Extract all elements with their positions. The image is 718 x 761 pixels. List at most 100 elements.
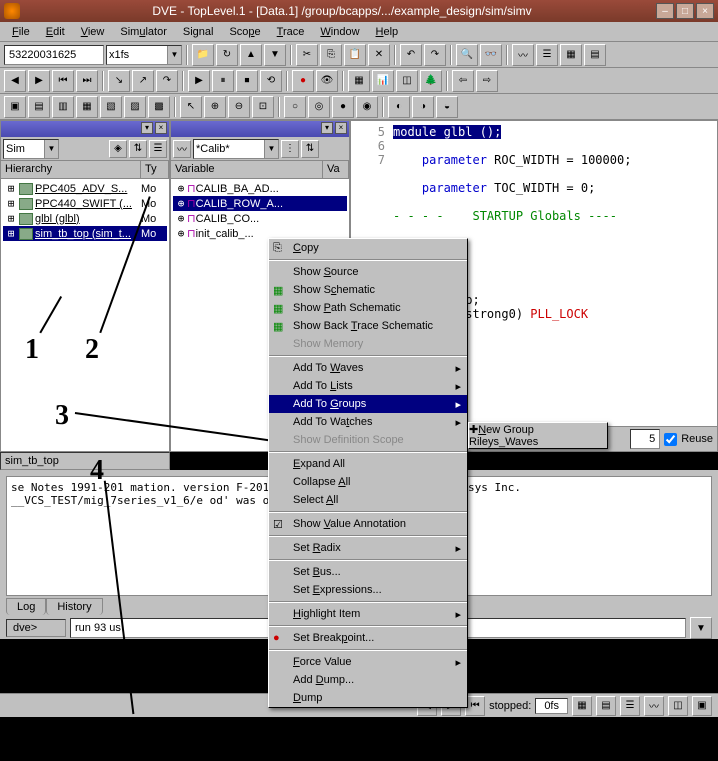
undo-icon[interactable]: ↶	[400, 44, 422, 66]
layout3-icon[interactable]: ▥	[52, 96, 74, 118]
fwd-icon[interactable]: ⇨	[476, 70, 498, 92]
close-button[interactable]: ×	[696, 3, 714, 19]
line-number-field[interactable]	[630, 429, 660, 449]
breakpoint-icon[interactable]: ●	[292, 70, 314, 92]
paste-icon[interactable]: 📋	[344, 44, 366, 66]
filter-icon[interactable]: ◈	[109, 140, 127, 158]
menu-item[interactable]: Add To Waves▸	[269, 359, 467, 377]
col-variable[interactable]: Variable	[171, 161, 323, 178]
zoom-out-icon[interactable]: ⊖	[228, 96, 250, 118]
step-in-icon[interactable]: ↘	[108, 70, 130, 92]
menu-item[interactable]: Dump	[269, 689, 467, 707]
menu-item[interactable]: Expand All	[269, 455, 467, 473]
prev-icon[interactable]: ◀	[4, 70, 26, 92]
menu-item[interactable]: ▦Show Path Schematic	[269, 299, 467, 317]
back-icon[interactable]: ⇦	[452, 70, 474, 92]
opts-icon[interactable]: ⋮	[281, 140, 299, 158]
zoom-fit-icon[interactable]: ⊡	[252, 96, 274, 118]
close-icon[interactable]: ×	[155, 122, 167, 134]
zoom-in-icon[interactable]: ⊕	[204, 96, 226, 118]
layout5-icon[interactable]: ▧	[100, 96, 122, 118]
hierarchy-item[interactable]: ⊞sim_tb_top (sim_t...Mo	[3, 226, 167, 241]
menu-item[interactable]: Select All	[269, 491, 467, 509]
reuse-checkbox[interactable]	[664, 433, 677, 446]
command-dropdown-icon[interactable]: ▼	[690, 617, 712, 639]
menu-item[interactable]: Add To Lists▸	[269, 377, 467, 395]
menu-view[interactable]: View	[73, 24, 113, 40]
circle3-icon[interactable]: ●	[332, 96, 354, 118]
time-unit-input[interactable]	[107, 49, 167, 61]
layout6-icon[interactable]: ▨	[124, 96, 146, 118]
up-icon[interactable]: ▲	[240, 44, 262, 66]
menu-item[interactable]: Force Value▸	[269, 653, 467, 671]
next-icon[interactable]: ▶	[28, 70, 50, 92]
circle1-icon[interactable]: ○	[284, 96, 306, 118]
submenu-item[interactable]: Rileys_Waves	[469, 436, 607, 448]
target-icon[interactable]: ◉	[356, 96, 378, 118]
menu-item[interactable]: Add Dump...	[269, 671, 467, 689]
status-icon6[interactable]: ▣	[692, 696, 712, 716]
refresh-icon[interactable]: ↻	[216, 44, 238, 66]
close-icon[interactable]: ×	[335, 122, 347, 134]
time-unit-combo[interactable]: ▼	[106, 45, 182, 65]
variable-item[interactable]: ⊕⊓ CALIB_BA_AD...	[173, 181, 347, 196]
menu-window[interactable]: Window	[312, 24, 367, 40]
memory-icon[interactable]: ▤	[584, 44, 606, 66]
hierarchy-item[interactable]: ⊞PPC405_ADV_S...Mo	[3, 181, 167, 196]
menu-signal[interactable]: Signal	[175, 24, 222, 40]
last-icon[interactable]: ⏭	[76, 70, 98, 92]
restart-icon[interactable]: ⟲	[260, 70, 282, 92]
context-menu[interactable]: ⎘CopyShow Source▦Show Schematic▦Show Pat…	[268, 238, 468, 708]
menu-item[interactable]: Set Bus...	[269, 563, 467, 581]
open-icon[interactable]: 📁	[192, 44, 214, 66]
run-icon[interactable]: ▶	[188, 70, 210, 92]
status-icon4[interactable]: 〰	[644, 696, 664, 716]
misc3-icon[interactable]: ◒	[436, 96, 458, 118]
watch-icon[interactable]: 👁	[316, 70, 338, 92]
tab-log[interactable]: Log	[6, 598, 46, 615]
menu-item[interactable]: Set Radix▸	[269, 539, 467, 557]
chevron-down-icon[interactable]: ▼	[167, 46, 181, 64]
grid-icon[interactable]: ▦	[348, 70, 370, 92]
circle2-icon[interactable]: ◎	[308, 96, 330, 118]
copy-icon[interactable]: ⎘	[320, 44, 342, 66]
sim-combo[interactable]: ▼	[3, 139, 59, 159]
menu-simulator[interactable]: Simulator	[112, 24, 174, 40]
menu-item[interactable]: Add To Watches▸	[269, 413, 467, 431]
status-icon5[interactable]: ◫	[668, 696, 688, 716]
layout4-icon[interactable]: ▦	[76, 96, 98, 118]
status-icon3[interactable]: ☰	[620, 696, 640, 716]
tab-history[interactable]: History	[46, 598, 102, 615]
menu-edit[interactable]: Edit	[38, 24, 73, 40]
stop-icon[interactable]: ⏹	[236, 70, 258, 92]
misc1-icon[interactable]: ◐	[388, 96, 410, 118]
find-icon[interactable]: 🔍	[456, 44, 478, 66]
variable-item[interactable]: ⊕⊓ CALIB_CO...	[173, 211, 347, 226]
layout7-icon[interactable]: ▩	[148, 96, 170, 118]
hierarchy-item[interactable]: ⊞PPC440_SWIFT (...Mo	[3, 196, 167, 211]
menu-scope[interactable]: Scope	[221, 24, 268, 40]
status-home-icon[interactable]: ⏮	[465, 696, 485, 716]
time-field[interactable]	[4, 45, 104, 65]
menu-item[interactable]: ▦Show Back Trace Schematic	[269, 317, 467, 335]
pointer-icon[interactable]: ↖	[180, 96, 202, 118]
menu-item[interactable]: ●Set Breakpoint...	[269, 629, 467, 647]
menu-item[interactable]: Add To Groups▸	[269, 395, 467, 413]
hierarchy-tree[interactable]: ⊞PPC405_ADV_S...Mo⊞PPC440_SWIFT (...Mo⊞g…	[1, 179, 169, 451]
menu-item[interactable]: Collapse All	[269, 473, 467, 491]
chevron-down-icon[interactable]: ▼	[44, 140, 58, 158]
step-out-icon[interactable]: ↗	[132, 70, 154, 92]
col-type[interactable]: Ty	[141, 161, 169, 178]
menu-item[interactable]: Show Source	[269, 263, 467, 281]
menu-item[interactable]: ⎘Copy	[269, 239, 467, 257]
redo-icon[interactable]: ↷	[424, 44, 446, 66]
submenu-item[interactable]: ✚New Group	[469, 423, 607, 436]
status-icon2[interactable]: ▤	[596, 696, 616, 716]
minimize-icon[interactable]: ▾	[141, 122, 153, 134]
delete-icon[interactable]: ✕	[368, 44, 390, 66]
pause-icon[interactable]: ⏸	[212, 70, 234, 92]
cut-icon[interactable]: ✂	[296, 44, 318, 66]
layout2-icon[interactable]: ▤	[28, 96, 50, 118]
menu-help[interactable]: Help	[368, 24, 407, 40]
tree-icon[interactable]: 🌲	[420, 70, 442, 92]
